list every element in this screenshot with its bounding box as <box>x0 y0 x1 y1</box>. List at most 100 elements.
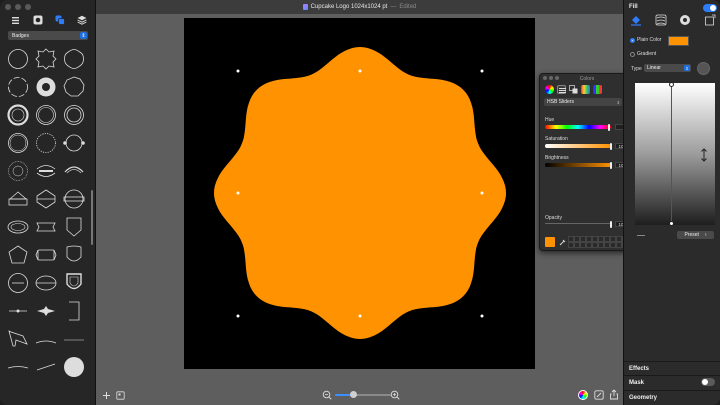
badge-shape[interactable] <box>60 269 88 297</box>
minimize-button[interactable] <box>15 4 21 10</box>
mask-toggle[interactable] <box>701 378 715 386</box>
export-frame-icon[interactable] <box>594 390 604 400</box>
badge-shape[interactable] <box>60 45 88 73</box>
badge-shape[interactable] <box>60 185 88 213</box>
sliders-tab-icon[interactable] <box>557 84 566 94</box>
styles-icon[interactable] <box>55 15 66 26</box>
zoom-button[interactable] <box>25 4 31 10</box>
badge-shape[interactable] <box>4 185 32 213</box>
badge-shape[interactable] <box>4 101 32 129</box>
badge-shape[interactable] <box>60 157 88 185</box>
pencils-tab-icon[interactable] <box>593 84 602 94</box>
badge-shape-selected[interactable] <box>60 353 88 381</box>
colors-close-button[interactable] <box>543 76 547 80</box>
plain-color-option[interactable]: Plain Color <box>630 37 661 43</box>
layers-icon[interactable] <box>77 15 88 26</box>
preset-button[interactable]: Preset › <box>677 231 714 239</box>
hue-slider[interactable] <box>545 125 611 129</box>
badge-shape[interactable] <box>32 157 60 185</box>
effects-section[interactable]: Effects <box>624 361 720 375</box>
badge-shape[interactable] <box>32 213 60 241</box>
color-mode-select[interactable]: HSB Sliders ⇕ <box>544 98 622 106</box>
badge-shape[interactable] <box>4 269 32 297</box>
frame-icon[interactable] <box>116 391 125 400</box>
zoom-in-icon[interactable] <box>390 390 400 400</box>
eyedropper-icon[interactable] <box>559 238 566 248</box>
gradient-radio[interactable] <box>630 51 635 57</box>
shapes-icon[interactable] <box>32 15 43 26</box>
gradient-type-select[interactable]: Linear ⇕ <box>644 64 691 72</box>
selection-handle[interactable] <box>480 191 484 195</box>
opacity-slider-thumb[interactable] <box>610 220 612 228</box>
selection-handle[interactable] <box>358 314 362 318</box>
badge-shape[interactable] <box>4 73 32 101</box>
badge-shape[interactable] <box>32 45 60 73</box>
badge-shape[interactable] <box>32 101 60 129</box>
brightness-slider-thumb[interactable] <box>610 161 612 169</box>
badge-shape[interactable] <box>32 325 60 353</box>
fill-toggle[interactable] <box>703 4 717 12</box>
badge-shape[interactable] <box>4 353 32 381</box>
badge-shape[interactable] <box>60 325 88 353</box>
plain-color-radio[interactable] <box>630 37 635 43</box>
badge-shape[interactable] <box>4 45 32 73</box>
selection-handle[interactable] <box>236 314 240 318</box>
badge-shape[interactable] <box>32 353 60 381</box>
sidebar-scrollbar[interactable] <box>91 190 93 245</box>
badge-shape[interactable] <box>60 73 88 101</box>
gradient-angle-dial[interactable] <box>697 62 710 75</box>
badge-shape[interactable] <box>60 213 88 241</box>
zoom-out-icon[interactable] <box>322 390 332 400</box>
hue-slider-thumb[interactable] <box>608 123 611 131</box>
pattern-icon[interactable] <box>655 14 667 28</box>
badge-shape[interactable] <box>32 73 60 101</box>
image-fill-icon[interactable] <box>704 14 716 28</box>
gradient-start-stop[interactable] <box>669 82 674 87</box>
badge-shape[interactable] <box>32 297 60 325</box>
badge-shape[interactable] <box>32 269 60 297</box>
zoom-slider[interactable] <box>335 394 391 396</box>
badge-shape[interactable] <box>4 157 32 185</box>
badge-shape[interactable] <box>60 101 88 129</box>
selection-handle[interactable] <box>236 69 240 73</box>
color-wheel-tab-icon[interactable] <box>545 84 554 94</box>
badge-shape[interactable] <box>4 241 32 269</box>
fill-bucket-icon[interactable] <box>630 14 642 28</box>
palettes-tab-icon[interactable] <box>569 84 578 94</box>
share-icon[interactable] <box>609 389 619 400</box>
resize-vertical-icon[interactable] <box>700 148 708 162</box>
colors-minimize-button[interactable] <box>549 76 553 80</box>
badge-shape[interactable] <box>4 297 32 325</box>
selection-handle[interactable] <box>358 69 362 73</box>
image-palette-tab-icon[interactable] <box>581 84 590 94</box>
saturation-slider-thumb[interactable] <box>610 142 612 150</box>
badge-shape[interactable] <box>60 241 88 269</box>
selection-handle[interactable] <box>480 69 484 73</box>
geometry-section[interactable]: Geometry <box>624 390 720 404</box>
gradient-end-stop[interactable] <box>669 221 674 226</box>
badge-shape[interactable] <box>4 213 32 241</box>
brightness-slider[interactable] <box>545 163 611 167</box>
badge-shape[interactable] <box>60 129 88 157</box>
gradient-option[interactable]: Gradient <box>630 51 656 57</box>
selection-handle[interactable] <box>236 191 240 195</box>
category-select[interactable]: Badges ⇕ <box>8 31 88 40</box>
badge-shape[interactable] <box>32 185 60 213</box>
color-picker-icon[interactable] <box>679 14 691 28</box>
badge-shape[interactable] <box>60 297 88 325</box>
badge-shape[interactable] <box>32 241 60 269</box>
zoom-slider-thumb[interactable] <box>350 391 357 398</box>
badge-shape[interactable] <box>4 129 32 157</box>
badge-shape[interactable] <box>4 325 32 353</box>
artboard[interactable] <box>184 18 535 369</box>
close-button[interactable] <box>5 4 11 10</box>
saved-swatches[interactable] <box>568 236 630 248</box>
saturation-slider[interactable] <box>545 144 611 148</box>
current-color-well[interactable] <box>545 237 555 247</box>
fill-color-swatch[interactable] <box>668 36 689 46</box>
selection-handle[interactable] <box>480 314 484 318</box>
badge-shape[interactable] <box>32 129 60 157</box>
opacity-slider[interactable] <box>545 223 611 224</box>
colors-zoom-button[interactable] <box>555 76 559 80</box>
list-icon[interactable] <box>10 15 21 26</box>
